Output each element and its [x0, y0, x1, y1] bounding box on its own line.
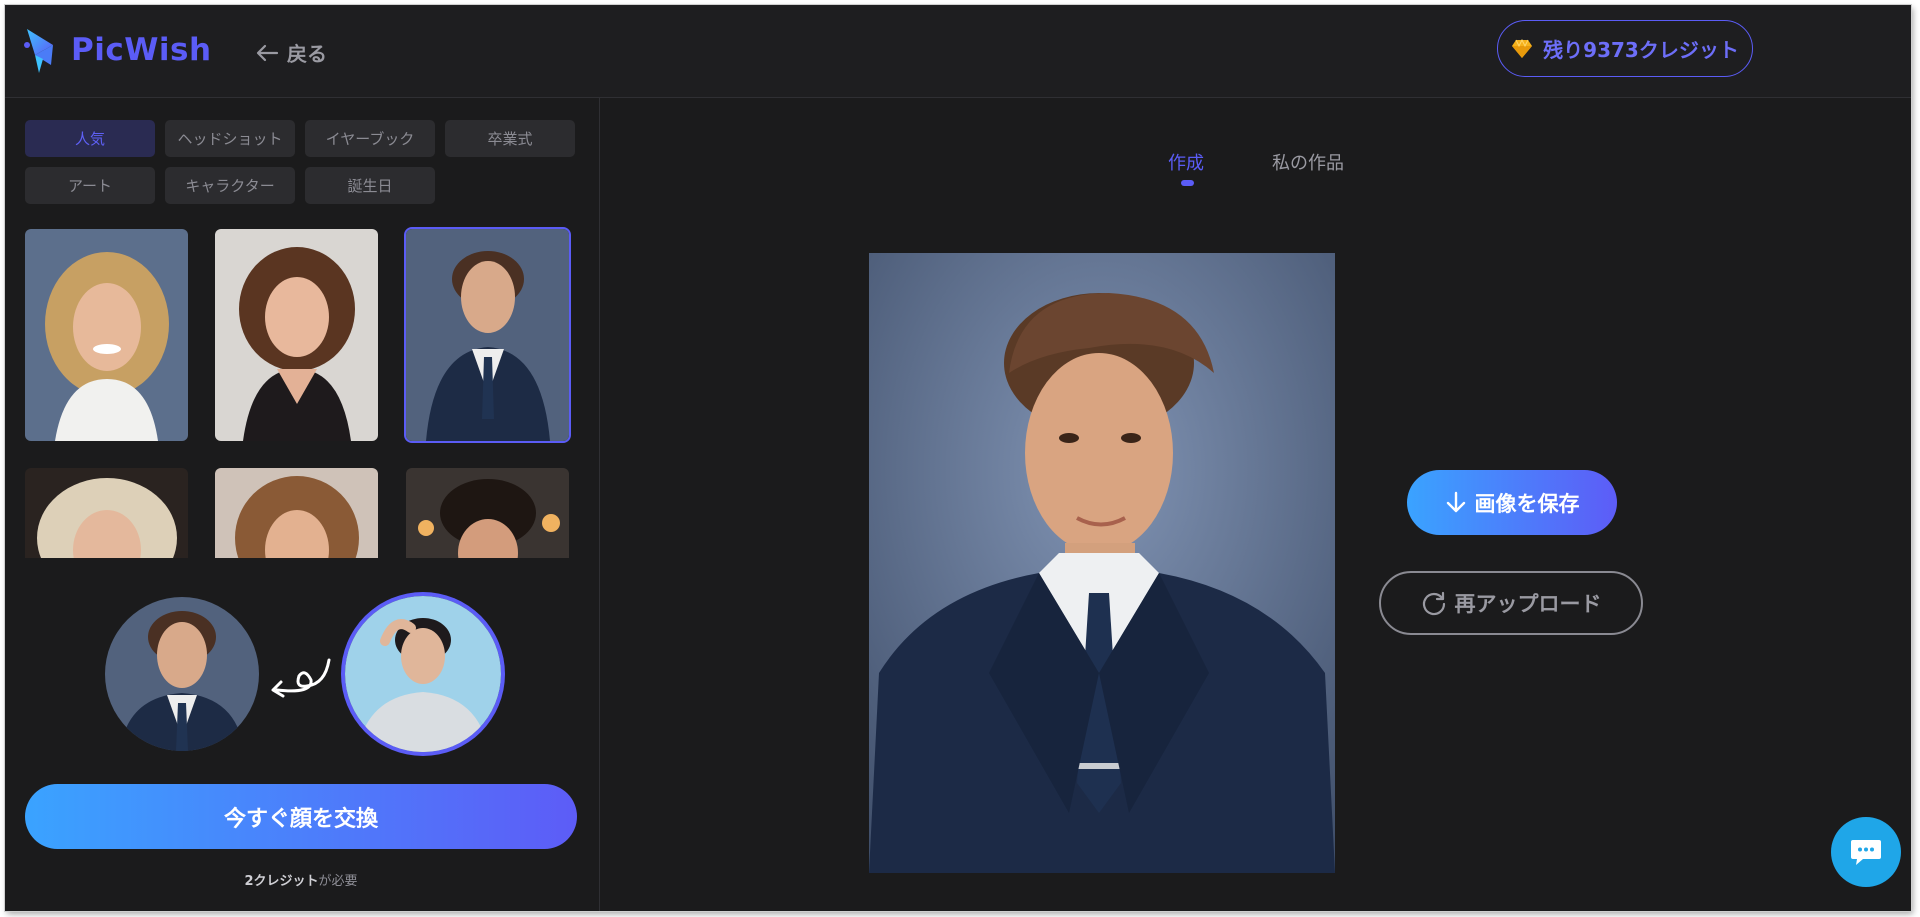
template-brunette-woman-bob[interactable] — [215, 229, 378, 441]
portrait-image — [406, 468, 569, 558]
template-woman-wavy-hair[interactable] — [215, 468, 378, 558]
save-image-label: 画像を保存 — [1474, 491, 1580, 516]
top-bar: PicWish 戻る 残り9373クレジット — [5, 5, 1911, 98]
template-man-curly-hair[interactable] — [406, 468, 569, 558]
chat-support-button[interactable] — [1831, 817, 1901, 887]
category-graduation[interactable]: 卒業式 — [445, 120, 575, 157]
active-tab-indicator — [1181, 180, 1194, 186]
reupload-button[interactable]: 再アップロード — [1379, 571, 1643, 635]
category-yearbook[interactable]: イヤーブック — [305, 120, 435, 157]
save-image-button[interactable]: 画像を保存 — [1407, 470, 1617, 535]
portrait-image — [406, 229, 569, 441]
template-curly-blonde-woman-2[interactable] — [25, 468, 188, 558]
template-panel: 人気 ヘッドショット イヤーブック 卒業式 アート キャラクター 誕生日 今すぐ… — [5, 98, 600, 911]
template-face-avatar — [105, 597, 259, 751]
tab-my-works[interactable]: 私の作品 — [1272, 149, 1344, 175]
diamond-icon — [1512, 38, 1533, 58]
credits-label: 残り9373クレジット — [1543, 38, 1739, 62]
brand-logo[interactable]: PicWish — [23, 25, 212, 75]
chat-bubble-icon — [1851, 840, 1881, 865]
category-popular[interactable]: 人気 — [25, 120, 155, 157]
swap-face-button[interactable]: 今すぐ顔を交換 — [25, 784, 577, 849]
portrait-image — [215, 229, 378, 441]
category-headshot[interactable]: ヘッドショット — [165, 120, 295, 157]
template-man-in-suit[interactable] — [406, 229, 569, 441]
credits-button[interactable]: 残り9373クレジット — [1497, 20, 1753, 77]
category-art[interactable]: アート — [25, 167, 155, 204]
credit-cost-amount: 2クレジット — [244, 874, 319, 889]
credit-cost-note: 2クレジットが必要 — [25, 870, 577, 889]
curved-arrow-icon — [271, 658, 331, 698]
uploaded-face-avatar — [345, 596, 501, 752]
app-window: PicWish 戻る 残り9373クレジット 人気 ヘッドショット イヤーブック… — [5, 5, 1911, 911]
brand-name: PicWish — [71, 32, 212, 68]
portrait-image — [215, 468, 378, 558]
portrait-image — [25, 229, 188, 441]
result-image — [869, 253, 1335, 873]
category-birthday[interactable]: 誕生日 — [305, 167, 435, 204]
template-curly-blonde-woman[interactable] — [25, 229, 188, 441]
arrow-left-icon — [256, 44, 279, 61]
credit-cost-suffix: が必要 — [318, 874, 358, 889]
tab-create[interactable]: 作成 — [1168, 149, 1204, 175]
back-label: 戻る — [287, 42, 327, 66]
refresh-icon — [1422, 591, 1445, 616]
category-character[interactable]: キャラクター — [165, 167, 295, 204]
picwish-logo-icon — [24, 29, 53, 73]
back-button[interactable]: 戻る — [255, 38, 327, 67]
reupload-label: 再アップロード — [1454, 592, 1602, 616]
download-icon — [1446, 491, 1465, 512]
portrait-image — [25, 468, 188, 558]
